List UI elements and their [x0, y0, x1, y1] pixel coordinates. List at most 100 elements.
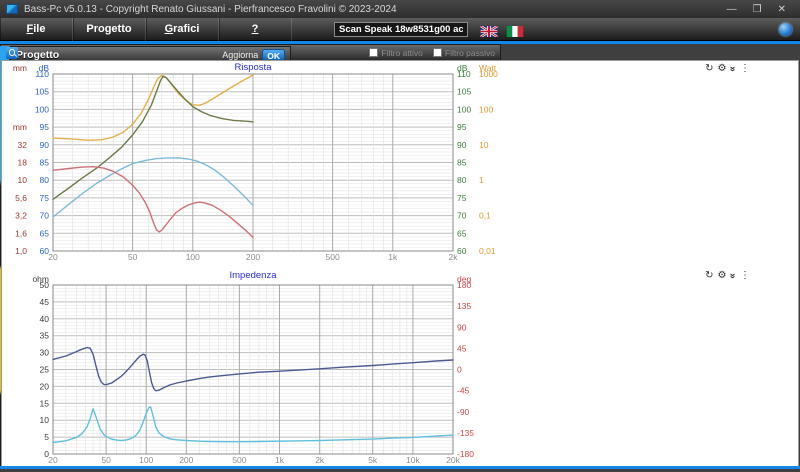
svg-text:50: 50: [40, 280, 50, 290]
svg-text:2k: 2k: [449, 252, 459, 262]
svg-text:32: 32: [18, 140, 28, 150]
svg-text:18: 18: [18, 158, 28, 168]
svg-text:10k: 10k: [406, 455, 420, 465]
svg-text:1k: 1k: [388, 252, 398, 262]
svg-text:40: 40: [40, 314, 50, 324]
svg-text:20: 20: [48, 252, 58, 262]
progetto-aggiorna-label: Aggiorna: [222, 50, 258, 60]
svg-text:200: 200: [246, 252, 260, 262]
svg-text:45: 45: [457, 343, 467, 353]
svg-text:0,01: 0,01: [479, 246, 496, 256]
svg-text:mm: mm: [13, 122, 27, 132]
risposta-chart-svg: dB1101051009590858075706560mmmm3218105,6…: [2, 61, 499, 263]
svg-text:105: 105: [457, 87, 471, 97]
menu-item-progetto[interactable]: Progetto: [73, 18, 146, 41]
svg-text:80: 80: [457, 175, 467, 185]
svg-text:15: 15: [40, 398, 50, 408]
uk-flag-icon[interactable]: [480, 24, 498, 35]
svg-text:-90: -90: [457, 407, 470, 417]
impedenza-chart-svg: ohm50454035302520151050deg18013590450-45…: [2, 268, 499, 470]
svg-text:20: 20: [48, 455, 58, 465]
filtro-attivo-label: Filtro attivo: [381, 48, 423, 58]
risposta-chart-toolbar: ↻ ⚙ « ⋮: [705, 63, 750, 75]
svg-text:85: 85: [457, 158, 467, 168]
svg-text:75: 75: [457, 193, 467, 203]
risposta-chart[interactable]: dB1101051009590858075706560mmmm3218105,6…: [2, 61, 798, 268]
menu-item-grafici[interactable]: Grafici: [146, 18, 219, 41]
svg-text:2k: 2k: [315, 455, 325, 465]
svg-text:Impedenza: Impedenza: [229, 270, 277, 281]
svg-text:20k: 20k: [446, 455, 460, 465]
svg-text:-135: -135: [457, 428, 474, 438]
title-bar: Bass-Pc v5.0.13 - Copyright Renato Giuss…: [0, 0, 800, 18]
svg-text:95: 95: [457, 122, 467, 132]
collapse-icon[interactable]: «: [727, 273, 739, 279]
svg-text:105: 105: [35, 87, 49, 97]
svg-text:50: 50: [101, 455, 111, 465]
menu-item-?[interactable]: ?: [219, 18, 292, 41]
globe-icon[interactable]: [779, 23, 792, 36]
gear-icon[interactable]: ⚙: [717, 270, 726, 282]
svg-text:90: 90: [457, 322, 467, 332]
rotate-icon[interactable]: ↻: [705, 63, 713, 75]
svg-text:100: 100: [479, 104, 493, 114]
svg-text:100: 100: [457, 104, 471, 114]
checkbox-icon: [369, 48, 378, 57]
app-icon: [6, 4, 18, 14]
svg-text:30: 30: [40, 348, 50, 358]
filtro-attivo-checkbox[interactable]: Filtro attivo: [369, 48, 423, 58]
menu-item-file[interactable]: File: [0, 18, 73, 41]
impedenza-chart[interactable]: ohm50454035302520151050deg18013590450-45…: [2, 268, 798, 472]
svg-text:0,1: 0,1: [479, 211, 491, 221]
svg-text:3,2: 3,2: [15, 211, 27, 221]
svg-text:5k: 5k: [368, 455, 378, 465]
window-title: Bass-Pc v5.0.13 - Copyright Renato Giuss…: [24, 4, 397, 15]
svg-text:200: 200: [179, 455, 193, 465]
svg-text:500: 500: [326, 252, 340, 262]
svg-text:1,0: 1,0: [15, 246, 27, 256]
svg-text:75: 75: [40, 193, 50, 203]
svg-text:10: 10: [479, 140, 489, 150]
filtro-passivo-checkbox[interactable]: Filtro passivo: [433, 48, 495, 58]
svg-text:50: 50: [128, 252, 138, 262]
menu-dots-icon[interactable]: ⋮: [740, 63, 750, 75]
svg-text:135: 135: [457, 301, 471, 311]
svg-text:5: 5: [44, 432, 49, 442]
svg-text:25: 25: [40, 365, 50, 375]
svg-text:90: 90: [457, 140, 467, 150]
svg-text:90: 90: [40, 140, 50, 150]
rotate-icon[interactable]: ↻: [705, 270, 713, 282]
svg-text:1,6: 1,6: [15, 228, 27, 238]
close-button[interactable]: ✕: [778, 4, 786, 15]
svg-text:1k: 1k: [275, 455, 285, 465]
svg-text:-45: -45: [457, 386, 470, 396]
svg-text:100: 100: [186, 252, 200, 262]
svg-text:45: 45: [40, 297, 50, 307]
svg-text:mm: mm: [13, 63, 27, 73]
collapse-icon[interactable]: «: [727, 66, 739, 72]
svg-text:85: 85: [40, 158, 50, 168]
maximize-button[interactable]: ❒: [753, 4, 762, 15]
checkbox-icon: [433, 48, 442, 57]
gear-icon[interactable]: ⚙: [717, 63, 726, 75]
italy-flag-icon[interactable]: [506, 24, 524, 35]
svg-text:10: 10: [18, 175, 28, 185]
svg-text:0: 0: [457, 365, 462, 375]
svg-text:10: 10: [40, 415, 50, 425]
window-controls: — ❒ ✕: [727, 4, 794, 15]
bottom-accent-line: [0, 466, 800, 469]
svg-text:1: 1: [479, 175, 484, 185]
svg-text:110: 110: [35, 69, 49, 79]
zoom-search-icon[interactable]: [6, 47, 18, 59]
driver-name-input[interactable]: [334, 22, 468, 37]
svg-text:1000: 1000: [479, 69, 498, 79]
svg-text:80: 80: [40, 175, 50, 185]
svg-text:20: 20: [40, 381, 50, 391]
svg-text:70: 70: [457, 211, 467, 221]
menu-bar: FileProgettoGrafici?: [0, 18, 800, 41]
app-window: Bass-Pc v5.0.13 - Copyright Renato Giuss…: [0, 0, 800, 472]
minimize-button[interactable]: —: [727, 4, 737, 15]
menu-dots-icon[interactable]: ⋮: [740, 270, 750, 282]
impedenza-chart-toolbar: ↻ ⚙ « ⋮: [705, 270, 750, 282]
svg-text:65: 65: [457, 228, 467, 238]
